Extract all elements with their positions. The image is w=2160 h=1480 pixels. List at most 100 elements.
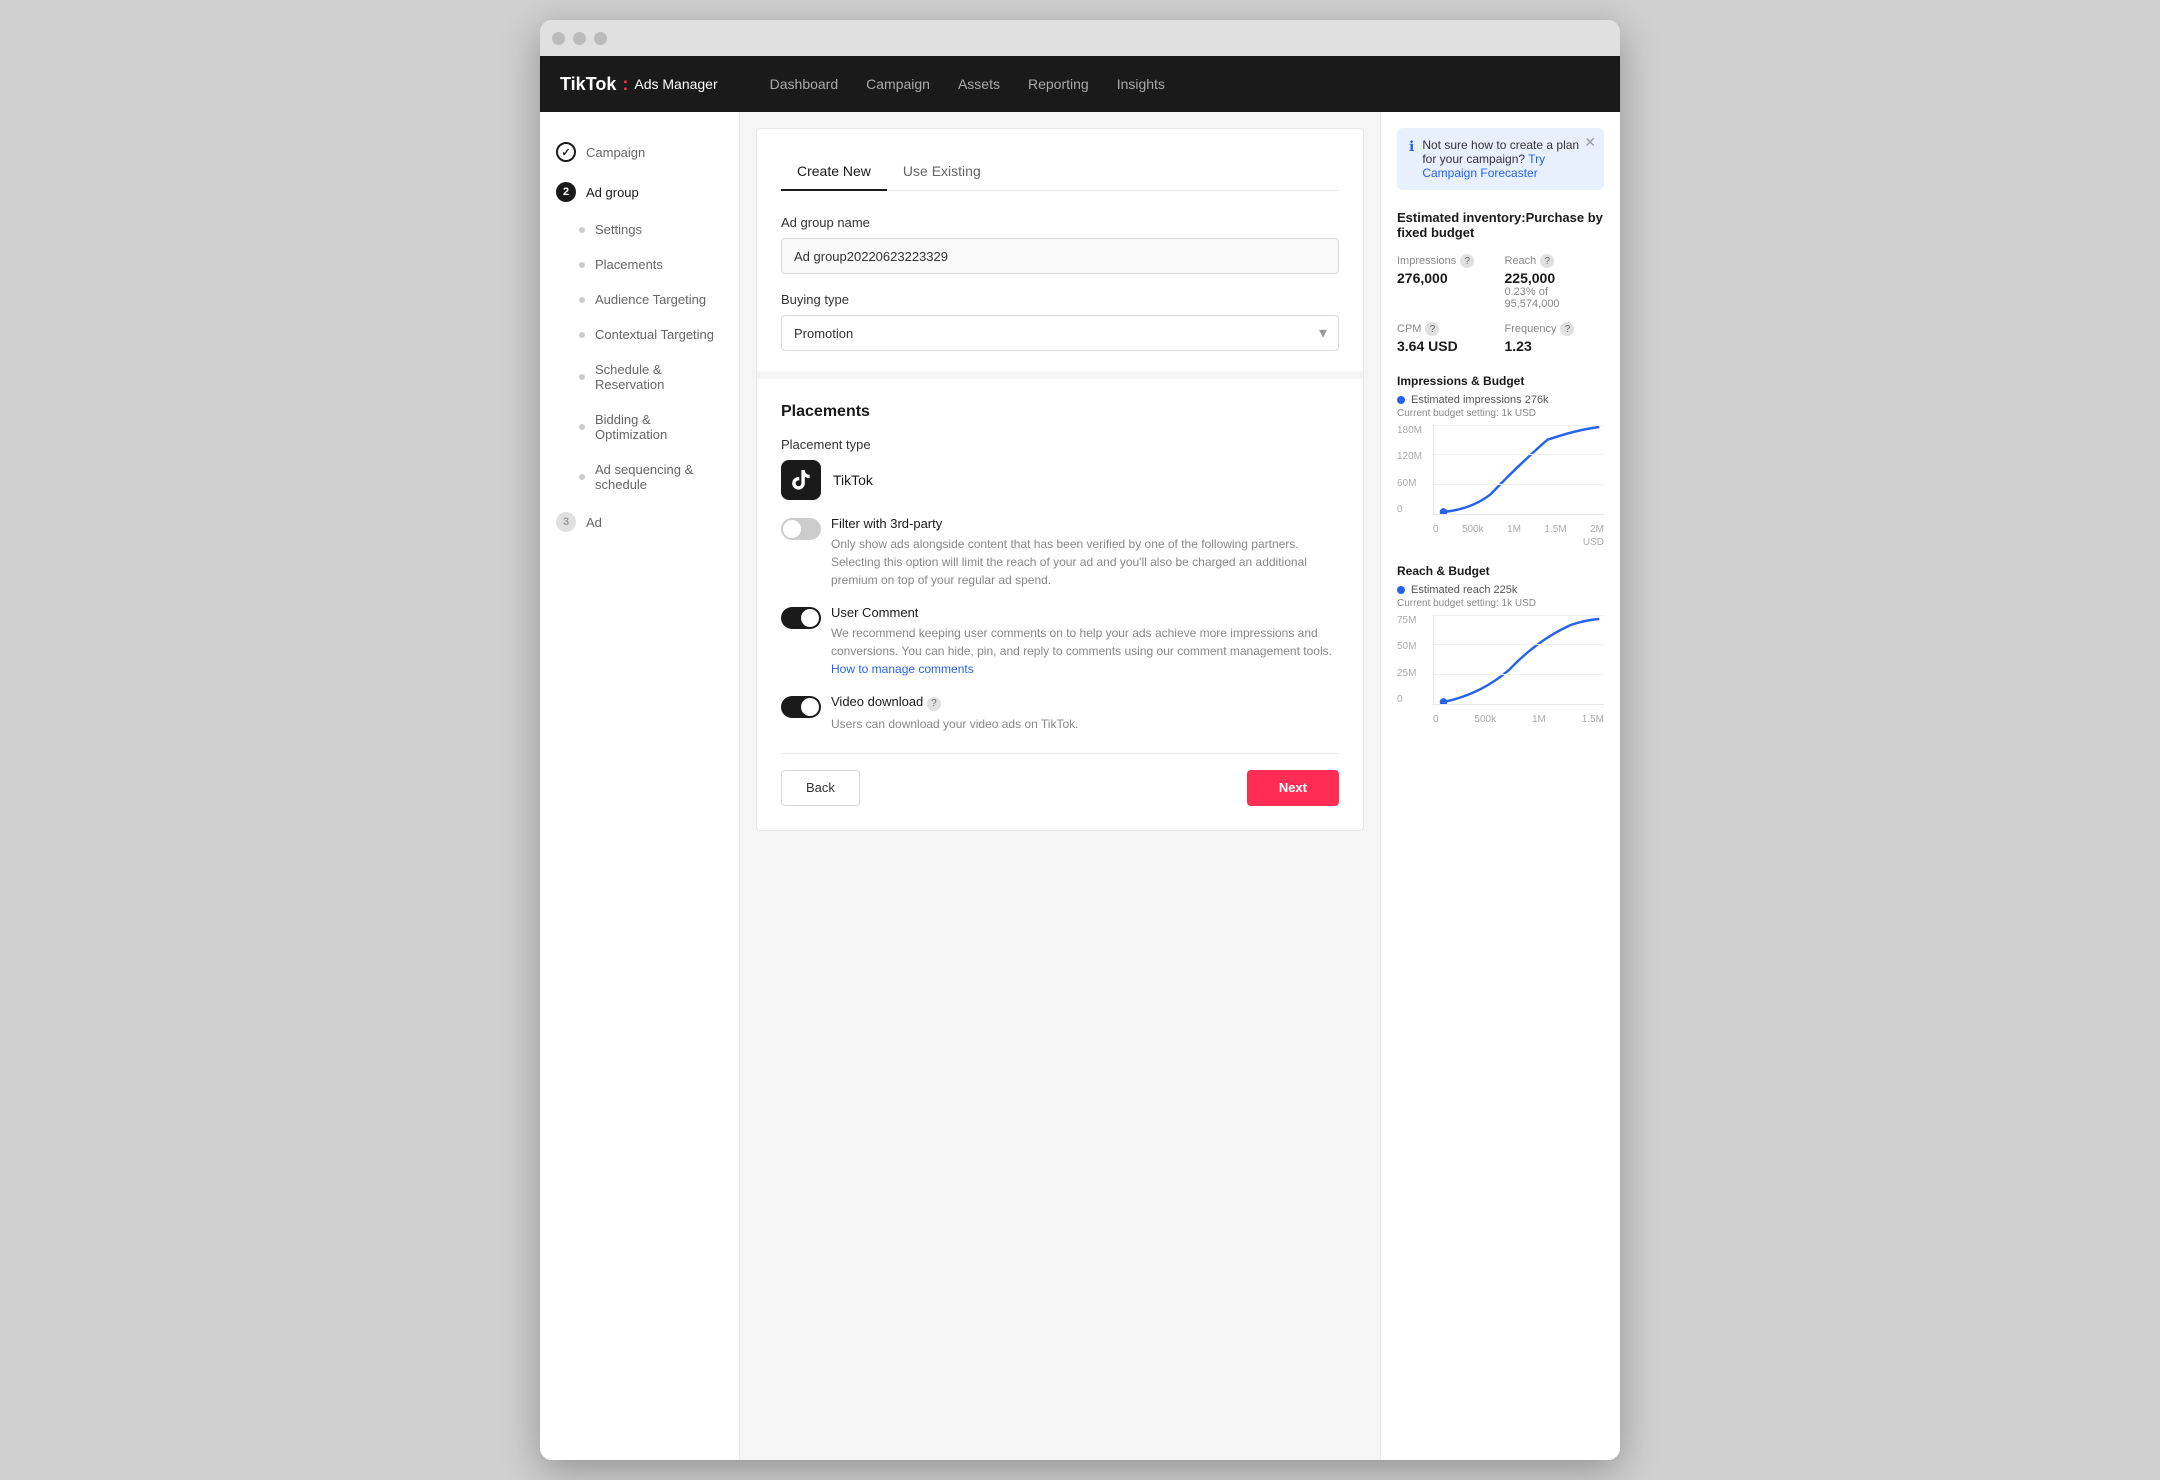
- sidebar-item-settings[interactable]: Settings: [540, 212, 739, 247]
- top-navigation: TikTok: Ads Manager Dashboard Campaign A…: [540, 56, 1620, 112]
- chart2-container: 75M 50M 25M 0: [1397, 615, 1604, 725]
- placementtype-label: Placement type: [781, 437, 1339, 452]
- chart2-gridline-top: [1434, 615, 1604, 616]
- stat-reach-value: 225,000: [1505, 270, 1605, 286]
- ad-step-circle: 3: [556, 512, 576, 532]
- info-close-icon[interactable]: ✕: [1584, 134, 1596, 151]
- stat-frequency: Frequency ? 1.23: [1505, 322, 1605, 354]
- chart1-x-labels: 0 500k 1M 1.5M 2M: [1433, 524, 1604, 535]
- chart2-legend-sub: Current budget setting: 1k USD: [1397, 598, 1604, 609]
- chart2-title: Reach & Budget: [1397, 564, 1604, 578]
- chart2-svg: [1434, 615, 1604, 704]
- buyingtype-field: Buying type Promotion Reach & Frequency …: [781, 292, 1339, 351]
- sidebar-item-placements[interactable]: Placements: [540, 247, 739, 282]
- videodownload-info-icon[interactable]: ?: [927, 697, 941, 711]
- stat-impressions-label: Impressions ?: [1397, 254, 1497, 268]
- sidebar-item-contextual[interactable]: Contextual Targeting: [540, 317, 739, 352]
- frequency-info-icon[interactable]: ?: [1560, 322, 1574, 336]
- logo-adsmanager: Ads Manager: [634, 76, 717, 92]
- maximize-btn[interactable]: [594, 32, 607, 45]
- sidebar-settings-label: Settings: [595, 222, 642, 237]
- sidebar-item-campaign[interactable]: Campaign: [540, 132, 739, 172]
- usercomment-link[interactable]: How to manage comments: [831, 662, 974, 676]
- placements-dot: [579, 262, 585, 268]
- impressions-info-icon[interactable]: ?: [1460, 254, 1474, 268]
- chart1-gridline-mid2: [1434, 484, 1604, 485]
- close-btn[interactable]: [552, 32, 565, 45]
- sidebar-item-bidding[interactable]: Bidding & Optimization: [540, 402, 739, 452]
- stat-impressions-value: 276,000: [1397, 270, 1497, 286]
- videodownload-section: Video download ? Users can download your…: [781, 694, 1339, 733]
- chart2-area: [1433, 615, 1604, 705]
- inventory-title: Estimated inventory:Purchase by fixed bu…: [1397, 210, 1604, 240]
- sidebar-item-audience[interactable]: Audience Targeting: [540, 282, 739, 317]
- chart1-x-unit: USD: [1397, 537, 1604, 548]
- tab-bar: Create New Use Existing: [781, 153, 1339, 191]
- next-button[interactable]: Next: [1247, 770, 1339, 806]
- tiktok-placement-row: TikTok: [781, 460, 1339, 500]
- usercomment-section: User Comment We recommend keeping user c…: [781, 605, 1339, 678]
- campaign-check-icon: [556, 142, 576, 162]
- chart1-legend-label: Estimated impressions 276k: [1411, 394, 1549, 406]
- stat-cpm: CPM ? 3.64 USD: [1397, 322, 1497, 354]
- placementtype-field: Placement type TikTok: [781, 437, 1339, 500]
- tab-use-existing[interactable]: Use Existing: [887, 153, 997, 191]
- nav-campaign[interactable]: Campaign: [866, 76, 930, 92]
- buyingtype-label: Buying type: [781, 292, 1339, 307]
- sidebar-bidding-label: Bidding & Optimization: [595, 412, 723, 442]
- nav-assets[interactable]: Assets: [958, 76, 1000, 92]
- chart2-y-labels: 75M 50M 25M 0: [1397, 615, 1433, 705]
- settings-dot: [579, 227, 585, 233]
- videodownload-toggle[interactable]: [781, 696, 821, 718]
- buyingtype-select[interactable]: Promotion Reach & Frequency Brand Takeov…: [781, 315, 1339, 351]
- chart1-gridline-top: [1434, 425, 1604, 426]
- nav-dashboard[interactable]: Dashboard: [770, 76, 839, 92]
- back-button[interactable]: Back: [781, 770, 860, 806]
- audience-dot: [579, 297, 585, 303]
- chart1-svg: [1434, 425, 1604, 514]
- tab-create-new[interactable]: Create New: [781, 153, 887, 191]
- usercomment-label-area: User Comment We recommend keeping user c…: [831, 605, 1339, 678]
- buyingtype-wrapper: Promotion Reach & Frequency Brand Takeov…: [781, 315, 1339, 351]
- nav-reporting[interactable]: Reporting: [1028, 76, 1089, 92]
- tiktok-logo-icon: [789, 468, 813, 492]
- logo-tiktok: TikTok: [560, 74, 616, 95]
- stat-frequency-value: 1.23: [1505, 338, 1605, 354]
- chart1-area: [1433, 425, 1604, 515]
- section-divider: [757, 371, 1363, 379]
- chart2-legend-label: Estimated reach 225k: [1411, 584, 1517, 596]
- placements-section-title: Placements: [781, 403, 1339, 421]
- nav-links: Dashboard Campaign Assets Reporting Insi…: [770, 76, 1165, 92]
- main-layout: Campaign 2 Ad group Settings Placements …: [540, 112, 1620, 1460]
- info-banner: ℹ Not sure how to create a plan for your…: [1397, 128, 1604, 190]
- stat-reach-sub: 0.23% of 95,574,000: [1505, 286, 1605, 310]
- reach-info-icon[interactable]: ?: [1540, 254, 1554, 268]
- sidebar-item-adgroup[interactable]: 2 Ad group: [540, 172, 739, 212]
- chart2-legend: Estimated reach 225k: [1397, 584, 1604, 596]
- logo-colon: :: [622, 74, 628, 95]
- cpm-info-icon[interactable]: ?: [1425, 322, 1439, 336]
- chart1-legend: Estimated impressions 276k: [1397, 394, 1604, 406]
- chart1-legend-dot: [1397, 396, 1405, 404]
- sidebar-adgroup-label: Ad group: [586, 185, 639, 200]
- contextual-dot: [579, 332, 585, 338]
- info-icon: ℹ: [1409, 138, 1414, 155]
- filterthirdparty-toggle[interactable]: [781, 518, 821, 540]
- adgroup-step-circle: 2: [556, 182, 576, 202]
- videodownload-desc: Users can download your video ads on Tik…: [831, 715, 1078, 733]
- chart1-gridline-mid1: [1434, 454, 1604, 455]
- adgroupname-input[interactable]: [781, 238, 1339, 274]
- stat-reach: Reach ? 225,000 0.23% of 95,574,000: [1505, 254, 1605, 310]
- usercomment-toggle[interactable]: [781, 607, 821, 629]
- sidebar-item-adsequencing[interactable]: Ad sequencing & schedule: [540, 452, 739, 502]
- filterthirdparty-row: Filter with 3rd-party Only show ads alon…: [781, 516, 1339, 589]
- impressions-budget-chart-section: Impressions & Budget Estimated impressio…: [1397, 374, 1604, 548]
- sidebar-item-ad[interactable]: 3 Ad: [540, 502, 739, 542]
- minimize-btn[interactable]: [573, 32, 586, 45]
- sidebar-item-schedule[interactable]: Schedule & Reservation: [540, 352, 739, 402]
- nav-insights[interactable]: Insights: [1117, 76, 1165, 92]
- tiktok-platform-label: TikTok: [833, 472, 873, 488]
- filterthirdparty-desc: Only show ads alongside content that has…: [831, 535, 1339, 589]
- filterthirdparty-label-area: Filter with 3rd-party Only show ads alon…: [831, 516, 1339, 589]
- chart1-container: 180M 120M 60M 0: [1397, 425, 1604, 535]
